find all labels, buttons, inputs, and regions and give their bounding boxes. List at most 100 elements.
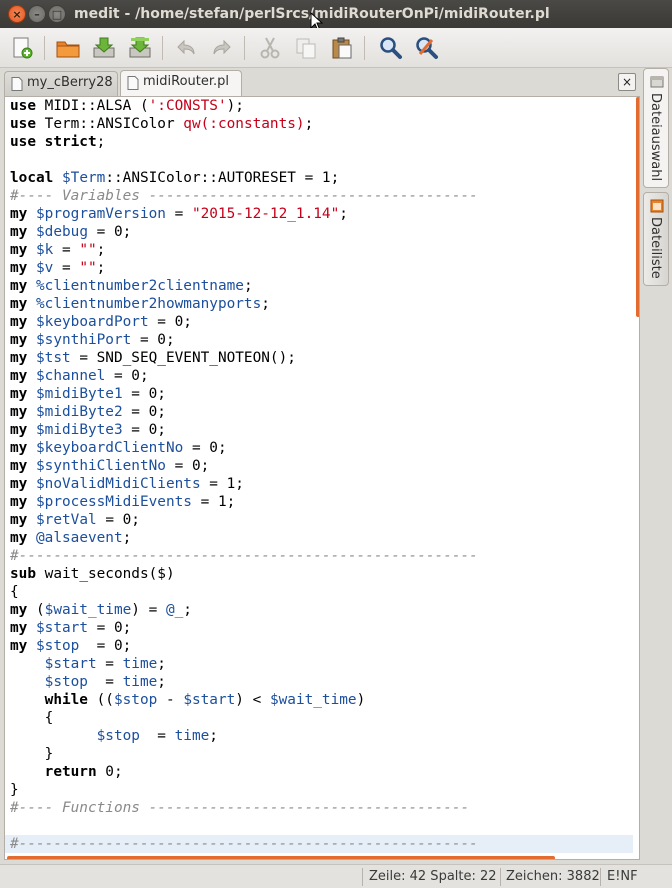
code-token: ':CONSTS'	[148, 98, 227, 114]
code-line[interactable]: my @alsaevent;	[10, 529, 633, 547]
find-replace-icon[interactable]	[412, 34, 440, 62]
code-line[interactable]: sub wait_seconds($)	[10, 565, 633, 583]
status-separator	[600, 868, 601, 886]
window-maximize-button[interactable]: □	[48, 5, 66, 23]
code-token: #---------------------------------------…	[10, 548, 478, 564]
tab-my-cberry28[interactable]: my_cBerry28	[4, 71, 118, 96]
code-line[interactable]: my $stop = 0;	[10, 637, 633, 655]
code-line[interactable]: my $keyboardClientNo = 0;	[10, 439, 633, 457]
code-line[interactable]: while (($stop - $start) < $wait_time)	[10, 691, 633, 709]
code-token: my	[10, 206, 28, 222]
code-token: = 0;	[148, 314, 192, 330]
save-icon[interactable]	[90, 34, 118, 62]
code-token: ;	[157, 674, 166, 690]
code-line[interactable]: {	[10, 709, 633, 727]
code-line[interactable]: my $k = "";	[10, 241, 633, 259]
code-line[interactable]: use strict;	[10, 133, 633, 151]
code-line[interactable]: $stop = time;	[10, 727, 633, 745]
window-minimize-button[interactable]: –	[28, 5, 46, 23]
code-token: my	[10, 350, 28, 366]
redo-icon[interactable]	[208, 34, 236, 62]
paste-icon[interactable]	[328, 34, 356, 62]
toolbar-separator	[364, 36, 365, 60]
horizontal-scrollbar[interactable]	[7, 856, 555, 859]
code-text[interactable]: use MIDI::ALSA (':CONSTS'); use Term::ANS…	[5, 97, 633, 853]
code-line[interactable]: my $synthiPort = 0;	[10, 331, 633, 349]
code-line[interactable]: my $midiByte1 = 0;	[10, 385, 633, 403]
code-line[interactable]: #---- Functions ------------------------…	[10, 799, 633, 817]
code-line[interactable]: my %clientnumber2clientname;	[10, 277, 633, 295]
new-file-icon[interactable]	[8, 34, 36, 62]
undo-icon[interactable]	[172, 34, 200, 62]
code-line[interactable]: local $Term::ANSIColor::AUTORESET = 1;	[10, 169, 633, 187]
code-line[interactable]: my $processMidiEvents = 1;	[10, 493, 633, 511]
code-line[interactable]: my $programVersion = "2015-12-12_1.14";	[10, 205, 633, 223]
code-line[interactable]: my $debug = 0;	[10, 223, 633, 241]
code-token: $Term	[62, 170, 106, 186]
save-as-icon[interactable]	[126, 34, 154, 62]
code-token: @_	[165, 602, 184, 618]
code-token: =	[139, 728, 175, 744]
code-line[interactable]: use MIDI::ALSA (':CONSTS');	[10, 97, 633, 115]
code-token: $channel	[36, 368, 106, 384]
code-line[interactable]: my $start = 0;	[10, 619, 633, 637]
code-token: my	[10, 458, 28, 474]
side-tab-label: Dateiliste	[648, 217, 663, 279]
code-token: ;	[261, 296, 270, 312]
code-line[interactable]: $start = time;	[10, 655, 633, 673]
code-token: $start	[183, 692, 236, 708]
code-line[interactable]: my $midiByte2 = 0;	[10, 403, 633, 421]
code-line[interactable]: my %clientnumber2howmanyports;	[10, 295, 633, 313]
window-titlebar[interactable]: × – □ medit - /home/stefan/perlSrcs/midi…	[0, 0, 672, 32]
file-list-icon	[650, 199, 664, 213]
cut-icon[interactable]	[256, 34, 284, 62]
code-line[interactable]: my ($wait_time) = @_;	[10, 601, 633, 619]
code-token: ((	[87, 692, 114, 708]
code-line[interactable]: ​	[10, 151, 633, 169]
code-line[interactable]: #---------------------------------------…	[10, 547, 633, 565]
code-line[interactable]: {	[10, 583, 633, 601]
code-token: my	[10, 296, 28, 312]
find-icon[interactable]	[376, 34, 404, 62]
code-line[interactable]: ​	[10, 817, 633, 835]
code-token: ;	[122, 530, 132, 546]
code-line[interactable]: use Term::ANSIColor qw(:constants);	[10, 115, 633, 133]
code-token: =	[96, 656, 123, 672]
close-tab-button[interactable]: ×	[618, 73, 636, 91]
tab-midirouter[interactable]: midiRouter.pl	[120, 70, 242, 96]
code-token: my	[10, 368, 28, 384]
code-editor[interactable]: use MIDI::ALSA (':CONSTS'); use Term::ANS…	[4, 96, 640, 860]
code-line[interactable]: my $midiByte3 = 0;	[10, 421, 633, 439]
side-tab-dateiliste[interactable]: Dateiliste	[643, 192, 669, 286]
copy-icon[interactable]	[292, 34, 320, 62]
code-line[interactable]: my $retVal = 0;	[10, 511, 633, 529]
vertical-scrollbar[interactable]	[636, 97, 639, 317]
code-token: #---------------------------------------…	[10, 836, 478, 852]
code-token: Term::ANSIColor	[36, 116, 184, 132]
code-line[interactable]: $stop = time;	[10, 673, 633, 691]
code-token: my	[10, 494, 28, 510]
code-line[interactable]: }	[10, 745, 633, 763]
code-line[interactable]: return 0;	[10, 763, 633, 781]
code-line[interactable]: #---- Variables ------------------------…	[10, 187, 633, 205]
code-token: my	[10, 332, 28, 348]
code-line[interactable]: my $keyboardPort = 0;	[10, 313, 633, 331]
code-token: $synthiPort	[36, 332, 132, 348]
code-token: = 1;	[200, 476, 244, 492]
window-close-button[interactable]: ×	[8, 5, 26, 23]
status-bar: Zeile: 42 Spalte: 22 Zeichen: 3882 E!NF	[0, 864, 672, 888]
code-line[interactable]: my $tst = SND_SEQ_EVENT_NOTEON();	[10, 349, 633, 367]
code-line[interactable]: my $synthiClientNo = 0;	[10, 457, 633, 475]
code-line[interactable]: my $channel = 0;	[10, 367, 633, 385]
code-line[interactable]: my $v = "";	[10, 259, 633, 277]
side-tab-dateiauswahl[interactable]: Dateiauswahl	[643, 68, 669, 188]
code-line[interactable]: my $noValidMidiClients = 1;	[10, 475, 633, 493]
code-token: = 0;	[87, 620, 132, 636]
code-line[interactable]: #---------------------------------------…	[5, 835, 633, 853]
open-folder-icon[interactable]	[54, 34, 82, 62]
code-line[interactable]: }	[10, 781, 633, 799]
